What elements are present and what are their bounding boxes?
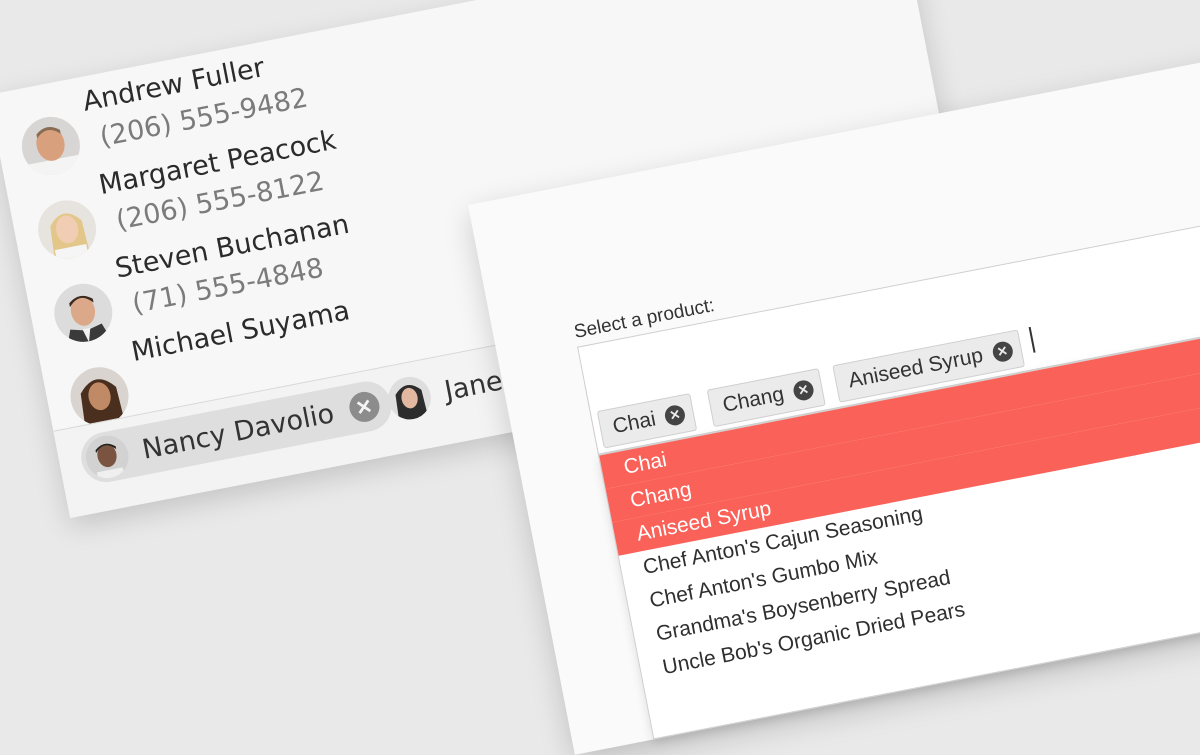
- close-circle-icon[interactable]: ✕: [346, 389, 382, 425]
- contact-chip-jane[interactable]: Jane: [379, 353, 518, 427]
- remove-chip-icon[interactable]: ✕: [791, 378, 816, 403]
- text-cursor: [1028, 326, 1036, 353]
- remove-chip-icon[interactable]: ✕: [663, 403, 687, 428]
- avatar: [33, 195, 102, 264]
- remove-chip-icon[interactable]: ✕: [990, 340, 1015, 364]
- avatar: [49, 278, 118, 347]
- chip-label: Chang: [720, 382, 786, 417]
- avatar: [82, 431, 133, 482]
- contact-chip-label: Jane: [441, 364, 506, 407]
- avatar: [384, 373, 435, 424]
- contact-chip-label: Nancy Davolio: [139, 397, 337, 466]
- avatar: [16, 111, 85, 180]
- chip-label: Chai: [610, 407, 658, 439]
